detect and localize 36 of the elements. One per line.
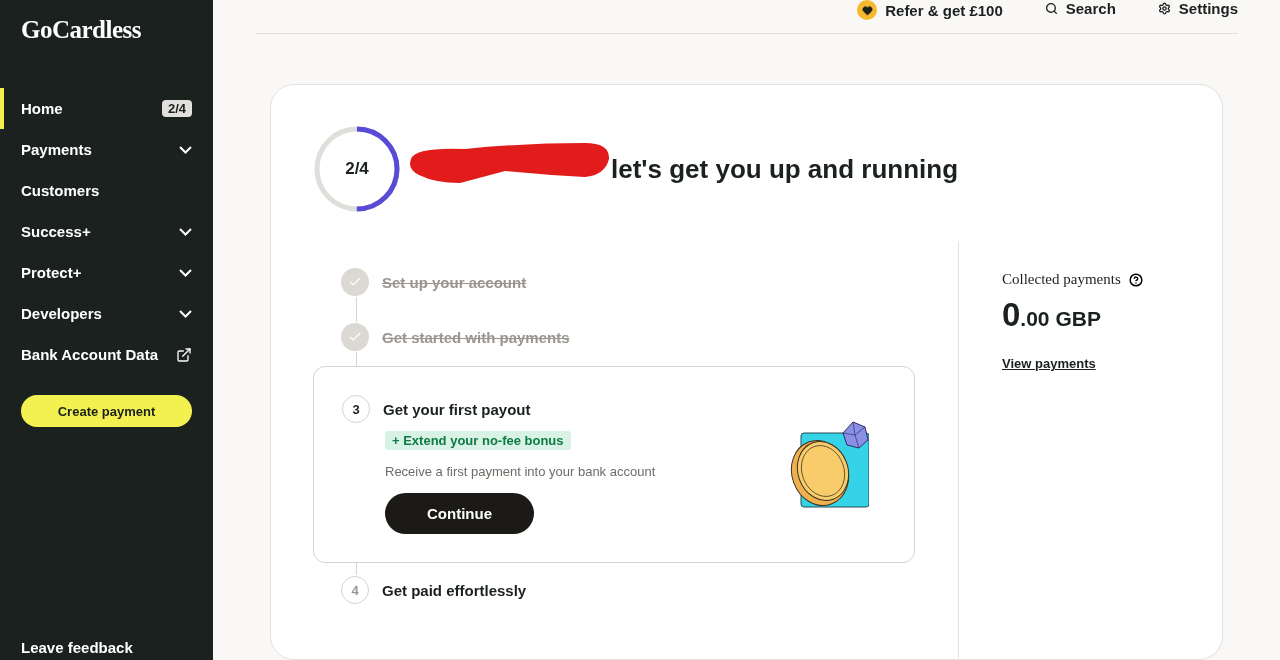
- step-number: 4: [341, 576, 369, 604]
- chevron-down-icon: [179, 145, 192, 154]
- chevron-down-icon: [179, 268, 192, 277]
- search-link[interactable]: Search: [1044, 0, 1116, 17]
- nav-item[interactable]: Protect+: [0, 252, 213, 293]
- logo[interactable]: GoCardless: [0, 16, 213, 44]
- progress-text: 2/4: [345, 159, 369, 179]
- create-payment-button[interactable]: Create payment: [21, 395, 192, 427]
- nav-item[interactable]: Developers: [0, 293, 213, 334]
- refer-link[interactable]: Refer & get £100: [857, 0, 1003, 20]
- step-title: Get your first payout: [383, 400, 531, 418]
- settings-icon: [1157, 2, 1171, 15]
- amount-fraction: .00 GBP: [1020, 307, 1101, 331]
- settings-link[interactable]: Settings: [1157, 0, 1238, 17]
- continue-button[interactable]: Continue: [385, 493, 534, 534]
- external-link-icon: [176, 346, 192, 363]
- feedback-link[interactable]: Leave feedback: [0, 639, 213, 660]
- step-title: Get paid effortlessly: [382, 581, 527, 599]
- chevron-down-icon: [179, 309, 192, 318]
- bonus-tag: + Extend your no-fee bonus: [385, 431, 571, 450]
- nav-item[interactable]: Success+: [0, 211, 213, 252]
- progress-badge: 2/4: [161, 100, 192, 117]
- view-payments-link[interactable]: View payments: [1002, 356, 1096, 371]
- summary-label: Collected payments: [1002, 271, 1121, 288]
- nav-item[interactable]: Customers: [0, 170, 213, 211]
- step-description: Receive a first payment into your bank account: [385, 464, 656, 479]
- page-heading: let's get you up and running: [611, 153, 959, 185]
- amount-whole: 0: [1002, 296, 1021, 334]
- step-title: Get started with payments: [382, 328, 570, 346]
- help-icon[interactable]: [1128, 272, 1143, 287]
- search-icon: [1044, 2, 1058, 15]
- chevron-down-icon: [179, 227, 192, 236]
- nav-item[interactable]: Bank Account Data: [0, 334, 213, 375]
- step-title: Set up your account: [382, 273, 527, 291]
- nav-item[interactable]: Payments: [0, 129, 213, 170]
- step-number: 3: [342, 395, 370, 423]
